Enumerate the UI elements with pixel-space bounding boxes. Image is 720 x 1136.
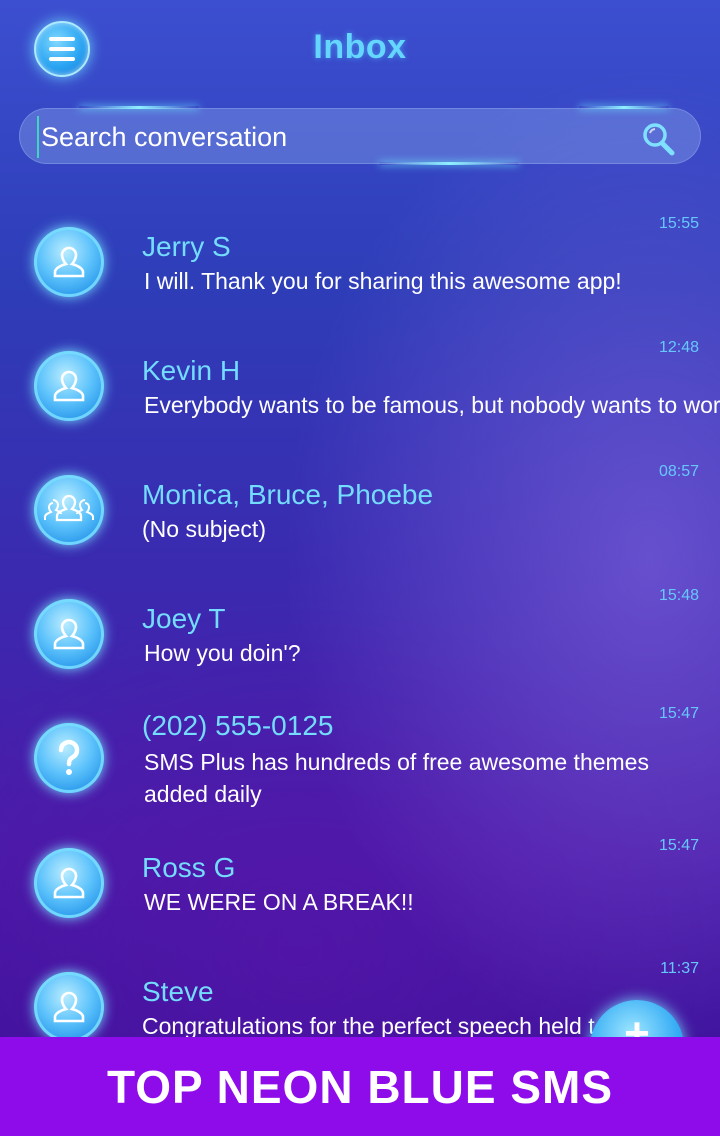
person-icon <box>53 618 85 650</box>
contact-name: Steve <box>142 976 214 1007</box>
avatar <box>34 723 104 793</box>
message-time: 08:57 <box>658 463 699 480</box>
message-snippet: I will. Thank you for sharing this aweso… <box>144 268 622 294</box>
person-icon <box>53 867 85 899</box>
avatar <box>34 475 104 545</box>
search-bar[interactable] <box>19 106 701 165</box>
message-time: 15:48 <box>658 587 699 604</box>
message-time: 12:48 <box>658 339 699 356</box>
message-snippet: WE WERE ON A BREAK!! <box>144 889 414 915</box>
message-time: 11:37 <box>660 960 699 977</box>
conversation-row[interactable]: Monica, Bruce, Phoebe (No subject) 08:57 <box>0 448 720 568</box>
message-snippet: How you doin'? <box>144 640 301 666</box>
person-icon <box>53 246 85 278</box>
message-snippet: (No subject) <box>142 516 266 542</box>
avatar <box>34 972 104 1037</box>
conversation-row[interactable]: Ross G WE WERE ON A BREAK!! 15:47 <box>0 821 720 941</box>
avatar <box>34 227 104 297</box>
contact-name: Ross G <box>142 852 236 883</box>
message-snippet: Everybody wants to be famous, but nobody… <box>144 392 720 418</box>
page-title: Inbox <box>313 28 407 66</box>
conversation-row[interactable]: Kevin H Everybody wants to be famous, bu… <box>0 324 720 444</box>
person-icon <box>53 370 85 402</box>
message-time: 15:47 <box>658 705 699 722</box>
message-time: 15:47 <box>658 837 699 854</box>
conversation-row[interactable]: (202) 555-0125 SMS Plus has hundreds of … <box>0 696 720 836</box>
message-time: 15:55 <box>658 215 699 232</box>
message-snippet: SMS Plus has hundreds of free awesome th… <box>144 749 649 807</box>
contact-name: Jerry S <box>142 231 231 262</box>
contact-name: Monica, Bruce, Phoebe <box>142 479 434 510</box>
avatar <box>34 848 104 918</box>
contact-name: (202) 555-0125 <box>142 710 334 741</box>
person-icon <box>53 991 85 1023</box>
search-icon[interactable] <box>641 122 675 156</box>
promo-banner: TOP NEON BLUE SMS <box>0 1037 720 1136</box>
search-input[interactable] <box>37 116 643 158</box>
question-icon <box>58 739 80 775</box>
contact-name: Kevin H <box>142 355 241 386</box>
conversation-row[interactable]: Jerry S I will. Thank you for sharing th… <box>0 200 720 320</box>
group-icon <box>44 494 94 522</box>
contact-name: Joey T <box>142 603 226 634</box>
avatar <box>34 599 104 669</box>
avatar <box>34 351 104 421</box>
conversation-row[interactable]: Joey T How you doin'? 15:48 <box>0 572 720 692</box>
